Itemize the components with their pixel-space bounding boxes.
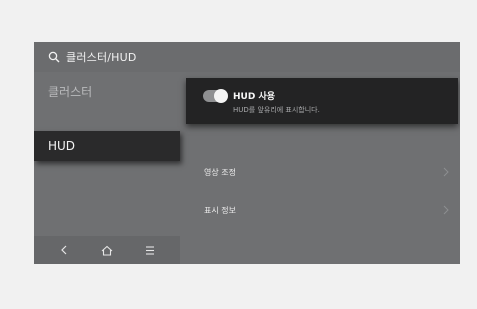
settings-panel: HUD 사용 HUD를 앞유리에 표시합니다. 영상 조정 표시 정보 [186,72,460,264]
sidebar-item-label: HUD [48,139,76,153]
hud-toggle-card[interactable]: HUD 사용 HUD를 앞유리에 표시합니다. [186,78,458,124]
infotainment-screen: 클러스터/HUD 클러스터 HUD HUD 사용 HUD를 앞유리에 표시합니다… [34,42,460,264]
chevron-right-icon [443,205,449,215]
settings-row-label: 영상 조정 [204,167,236,177]
sidebar-item-cluster[interactable]: 클러스터 [34,76,180,106]
menu-icon[interactable] [140,240,160,260]
settings-row-display-info[interactable]: 표시 정보 [186,192,460,228]
header-bar: 클러스터/HUD [34,42,460,72]
settings-row-image-adjust[interactable]: 영상 조정 [186,154,460,190]
hud-toggle-switch[interactable] [203,89,228,103]
chevron-right-icon [443,167,449,177]
bottom-navigation [34,236,180,264]
home-icon[interactable] [97,240,117,260]
page-title: 클러스터/HUD [66,51,137,64]
hud-toggle-title: HUD 사용 [233,92,276,102]
settings-row-label: 표시 정보 [204,205,236,215]
hud-toggle-description: HUD를 앞유리에 표시합니다. [233,106,320,114]
toggle-knob [214,89,228,103]
sidebar-item-hud[interactable]: HUD [34,131,180,161]
sidebar-item-label: 클러스터 [48,84,93,99]
search-icon[interactable] [48,51,60,63]
back-icon[interactable] [54,240,74,260]
